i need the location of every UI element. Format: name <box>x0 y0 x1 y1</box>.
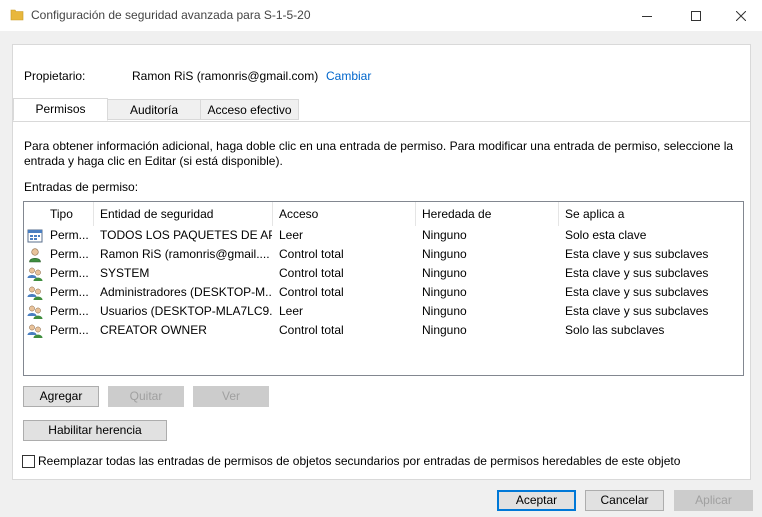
window-title: Configuración de seguridad avanzada para… <box>31 8 311 22</box>
folder-icon <box>10 9 24 21</box>
table-row[interactable]: Perm... TODOS LOS PAQUETES DE AP... Leer… <box>24 226 743 245</box>
remove-button[interactable]: Quitar <box>108 386 184 407</box>
users-group-icon <box>27 267 43 281</box>
title-bar: Configuración de seguridad avanzada para… <box>0 0 762 31</box>
permission-entries-list[interactable]: Tipo Entidad de seguridad Acceso Heredad… <box>23 201 744 376</box>
close-icon <box>736 10 746 21</box>
row-acceso: Control total <box>279 247 344 261</box>
column-header-aplica[interactable]: Se aplica a <box>559 202 741 226</box>
table-row[interactable]: Perm... SYSTEM Control total Ninguno Est… <box>24 264 743 283</box>
column-header-heredada[interactable]: Heredada de <box>416 202 559 226</box>
replace-child-permissions-label[interactable]: Reemplazar todas las entradas de permiso… <box>38 454 680 468</box>
maximize-icon <box>691 10 701 21</box>
row-heredada: Ninguno <box>422 247 467 261</box>
row-heredada: Ninguno <box>422 304 467 318</box>
table-row[interactable]: Perm... Usuarios (DESKTOP-MLA7LC9... Lee… <box>24 302 743 321</box>
tab-permisos[interactable]: Permisos <box>13 98 108 121</box>
table-row[interactable]: Perm... CREATOR OWNER Control total Ning… <box>24 321 743 340</box>
row-heredada: Ninguno <box>422 228 467 242</box>
list-header: Tipo Entidad de seguridad Acceso Heredad… <box>24 202 743 226</box>
close-button[interactable] <box>718 0 762 31</box>
row-entidad: CREATOR OWNER <box>100 323 207 337</box>
row-heredada: Ninguno <box>422 323 467 337</box>
row-acceso: Leer <box>279 304 304 318</box>
row-aplica: Solo las subclaves <box>565 323 665 337</box>
info-text: Para obtener información adicional, haga… <box>24 139 734 168</box>
row-heredada: Ninguno <box>422 285 467 299</box>
minimize-button[interactable] <box>624 0 670 31</box>
row-tipo: Perm... <box>50 247 89 261</box>
cancel-button[interactable]: Cancelar <box>585 490 664 511</box>
package-group-icon <box>27 229 43 243</box>
enable-inheritance-button[interactable]: Habilitar herencia <box>23 420 167 441</box>
row-entidad: Usuarios (DESKTOP-MLA7LC9... <box>100 304 272 318</box>
row-tipo: Perm... <box>50 285 89 299</box>
row-aplica: Esta clave y sus subclaves <box>565 304 709 318</box>
user-icon <box>29 248 41 263</box>
apply-button[interactable]: Aplicar <box>674 490 753 511</box>
row-tipo: Perm... <box>50 323 89 337</box>
row-entidad: Administradores (DESKTOP-M... <box>100 285 272 299</box>
row-tipo: Perm... <box>50 228 89 242</box>
row-acceso: Control total <box>279 266 344 280</box>
row-aplica: Esta clave y sus subclaves <box>565 247 709 261</box>
tab-auditoria[interactable]: Auditoría <box>107 99 201 120</box>
column-header-acceso[interactable]: Acceso <box>273 202 416 226</box>
row-tipo: Perm... <box>50 304 89 318</box>
table-row[interactable]: Perm... Ramon RiS (ramonris@gmail.... Co… <box>24 245 743 264</box>
add-button[interactable]: Agregar <box>23 386 99 407</box>
row-entidad: SYSTEM <box>100 266 150 280</box>
owner-label: Propietario: <box>24 69 86 83</box>
row-aplica: Solo esta clave <box>565 228 647 242</box>
ok-button[interactable]: Aceptar <box>497 490 576 511</box>
change-owner-link[interactable]: Cambiar <box>326 69 371 83</box>
row-tipo: Perm... <box>50 266 89 280</box>
users-group-icon <box>27 324 43 338</box>
entries-label: Entradas de permiso: <box>24 180 139 194</box>
row-heredada: Ninguno <box>422 266 467 280</box>
tab-divider <box>13 121 750 122</box>
column-header-tipo[interactable]: Tipo <box>44 202 94 226</box>
row-entidad: TODOS LOS PAQUETES DE AP... <box>100 228 272 242</box>
row-acceso: Leer <box>279 228 304 242</box>
owner-value: Ramon RiS (ramonris@gmail.com) <box>132 69 319 83</box>
row-acceso: Control total <box>279 323 344 337</box>
table-row[interactable]: Perm... Administradores (DESKTOP-M... Co… <box>24 283 743 302</box>
tab-acceso-efectivo[interactable]: Acceso efectivo <box>200 99 299 120</box>
minimize-icon <box>642 15 652 17</box>
row-aplica: Esta clave y sus subclaves <box>565 285 709 299</box>
users-group-icon <box>27 305 43 319</box>
replace-child-permissions-checkbox[interactable] <box>22 455 35 468</box>
row-aplica: Esta clave y sus subclaves <box>565 266 709 280</box>
maximize-button[interactable] <box>673 0 719 31</box>
row-acceso: Control total <box>279 285 344 299</box>
users-group-icon <box>27 286 43 300</box>
view-button[interactable]: Ver <box>193 386 269 407</box>
column-header-entidad[interactable]: Entidad de seguridad <box>94 202 273 226</box>
row-entidad: Ramon RiS (ramonris@gmail.... <box>100 247 270 261</box>
